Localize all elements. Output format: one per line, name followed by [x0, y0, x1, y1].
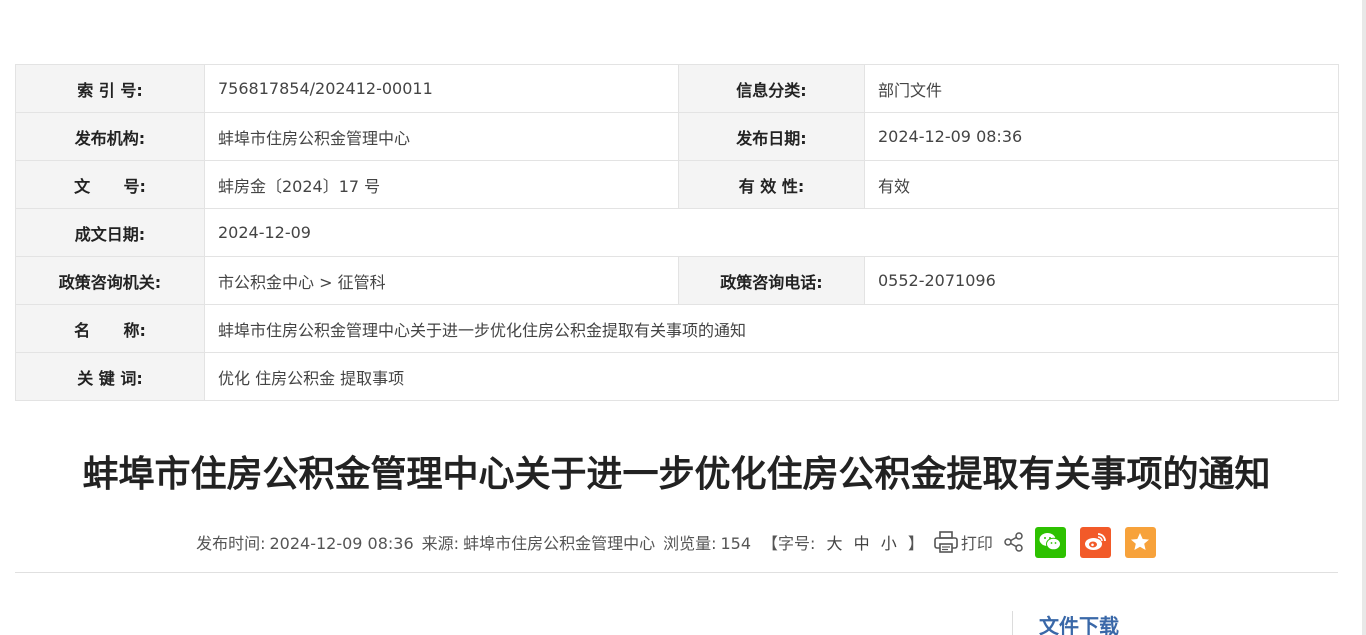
doc-no-value: 蚌房金〔2024〕17 号 [204, 160, 679, 209]
meta-row-publisher: 发布机构: 蚌埠市住房公积金管理中心 发布日期: 2024-12-09 08:3… [15, 112, 1339, 161]
weibo-share-button[interactable] [1079, 526, 1111, 558]
source-value: 蚌埠市住房公积金管理中心 [463, 534, 656, 553]
consult-org-label: 政策咨询机关: [15, 256, 205, 305]
doc-no-label: 文 号: [15, 160, 205, 209]
name-value: 蚌埠市住房公积金管理中心关于进一步优化住房公积金提取有关事项的通知 [204, 304, 1339, 353]
publish-date-label: 发布日期: [678, 112, 865, 161]
weibo-icon [1085, 533, 1107, 550]
wechat-icon [1039, 533, 1062, 551]
printer-icon [934, 531, 958, 553]
meta-row-consult: 政策咨询机关: 市公积金中心 > 征管科 政策咨询电话: 0552-207109… [15, 256, 1339, 305]
page-scrollbar[interactable] [1362, 0, 1366, 635]
consult-phone-label: 政策咨询电话: [678, 256, 865, 305]
meta-row-keywords: 关 键 词: 优化 住房公积金 提取事项 [15, 352, 1339, 401]
keywords-value: 优化 住房公积金 提取事项 [204, 352, 1339, 401]
keywords-label: 关 键 词: [15, 352, 205, 401]
publisher-label: 发布机构: [15, 112, 205, 161]
font-size-large-button[interactable]: 大 [827, 534, 843, 553]
publish-time: 发布时间: 2024-12-09 08:36 [196, 530, 414, 554]
consult-org-value: 市公积金中心 > 征管科 [204, 256, 679, 305]
publish-time-value: 2024-12-09 08:36 [269, 534, 414, 553]
index-no-value: 756817854/202412-00011 [204, 64, 679, 113]
info-category-label: 信息分类: [678, 64, 865, 113]
page: 索 引 号: 756817854/202412-00011 信息分类: 部门文件… [0, 0, 1366, 635]
source: 来源: 蚌埠市住房公积金管理中心 [422, 530, 655, 554]
font-size-open: 【字号: [762, 534, 816, 553]
meta-row-index: 索 引 号: 756817854/202412-00011 信息分类: 部门文件 [15, 64, 1339, 113]
article-title: 蚌埠市住房公积金管理中心关于进一步优化住房公积金提取有关事项的通知 [82, 454, 1271, 495]
views: 浏览量: 154 [663, 530, 751, 554]
publisher-value: 蚌埠市住房公积金管理中心 [204, 112, 679, 161]
print-button[interactable]: 打印 [933, 530, 993, 554]
file-download-title: 文件下载 [1039, 614, 1119, 635]
meta-row-docno: 文 号: 蚌房金〔2024〕17 号 有 效 性: 有效 [15, 160, 1339, 209]
star-icon [1131, 533, 1150, 550]
title-divider [15, 572, 1338, 573]
validity-label: 有 效 性: [678, 160, 865, 209]
publish-time-label: 发布时间: [196, 534, 266, 553]
info-category-value: 部门文件 [864, 64, 1339, 113]
meta-row-name: 名 称: 蚌埠市住房公积金管理中心关于进一步优化住房公积金提取有关事项的通知 [15, 304, 1339, 353]
validity-value: 有效 [864, 160, 1339, 209]
document-meta-table: 索 引 号: 756817854/202412-00011 信息分类: 部门文件… [15, 64, 1339, 401]
print-label: 打印 [960, 534, 993, 553]
favorite-button[interactable] [1124, 526, 1156, 558]
font-size-small-button[interactable]: 小 [881, 534, 897, 553]
font-size-medium-button[interactable]: 中 [854, 534, 870, 553]
written-date-label: 成文日期: [15, 208, 205, 257]
name-label: 名 称: [15, 304, 205, 353]
share-button[interactable] [1003, 531, 1025, 553]
meta-row-written-date: 成文日期: 2024-12-09 [15, 208, 1339, 257]
file-download-section: 文件下载 [1012, 611, 1119, 635]
written-date-value: 2024-12-09 [204, 208, 1339, 257]
share-icon [1004, 532, 1023, 552]
consult-phone-value: 0552-2071096 [864, 256, 1339, 305]
views-value: 154 [720, 534, 752, 553]
article-info-bar: 发布时间: 2024-12-09 08:36 来源: 蚌埠市住房公积金管理中心 浏览… [0, 524, 1366, 560]
source-label: 来源: [421, 534, 460, 553]
wechat-share-button[interactable] [1034, 526, 1066, 558]
publish-date-value: 2024-12-09 08:36 [864, 112, 1339, 161]
font-size-selector: 【字号: 大 中 小 】 [759, 530, 927, 554]
views-label: 浏览量: [663, 534, 717, 553]
index-no-label: 索 引 号: [15, 64, 205, 113]
font-size-close: 】 [907, 534, 924, 553]
